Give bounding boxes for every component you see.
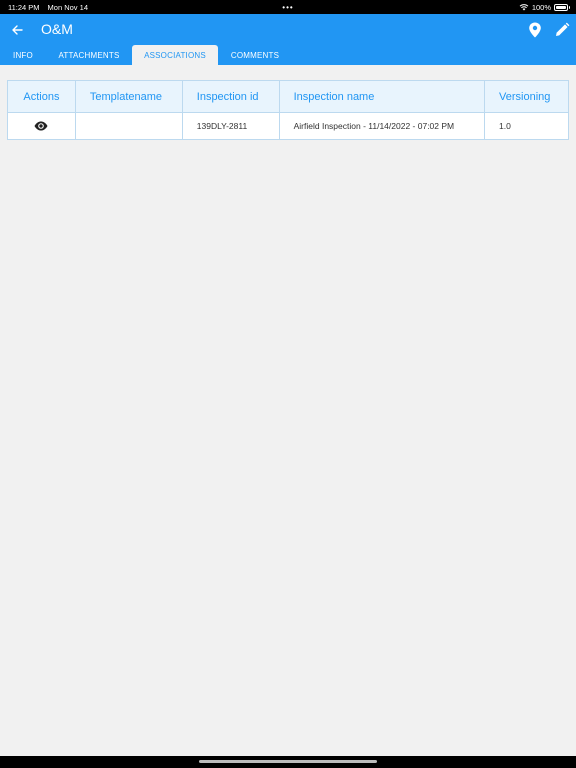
wifi-icon [519, 4, 529, 11]
battery-icon [554, 3, 570, 11]
tab-associations[interactable]: ASSOCIATIONS [132, 45, 218, 65]
tab-comments[interactable]: COMMENTS [218, 45, 292, 65]
status-bar: 11:24 PM Mon Nov 14 ••• 100% [0, 0, 576, 14]
column-header-inspection-name[interactable]: Inspection name [278, 80, 486, 113]
associations-table: Actions Templatename Inspection id Inspe… [7, 80, 569, 140]
column-header-templatename[interactable]: Templatename [74, 80, 183, 113]
actions-cell [7, 112, 76, 140]
versioning-cell: 1.0 [484, 112, 569, 140]
back-arrow-icon[interactable] [9, 20, 25, 40]
eye-icon[interactable] [34, 121, 48, 131]
map-pin-icon[interactable] [528, 22, 542, 38]
templatename-cell [74, 112, 183, 140]
inspection-id-cell: 139DLY-2811 [181, 112, 280, 140]
status-date: Mon Nov 14 [47, 2, 88, 12]
tab-info[interactable]: INFO [0, 45, 46, 65]
table-row[interactable]: 139DLY-2811 Airfield Inspection - 11/14/… [7, 112, 569, 140]
tab-attachments[interactable]: ATTACHMENTS [46, 45, 132, 65]
pencil-icon[interactable] [554, 22, 570, 38]
home-indicator-bar [0, 756, 576, 768]
multitasking-dots[interactable]: ••• [282, 3, 293, 12]
tab-bar: INFO ATTACHMENTS ASSOCIATIONS COMMENTS [0, 45, 292, 65]
column-header-inspection-id[interactable]: Inspection id [181, 80, 280, 113]
status-time: 11:24 PM [8, 2, 40, 12]
battery-percent: 100% [531, 2, 551, 12]
column-header-actions: Actions [7, 80, 76, 113]
app-bar: O&M INFO ATTACHMENTS ASSOCIATIONS COMMEN… [0, 14, 576, 65]
page-title: O&M [41, 21, 73, 37]
inspection-name-cell: Airfield Inspection - 11/14/2022 - 07:02… [278, 112, 486, 140]
table-header-row: Actions Templatename Inspection id Inspe… [7, 80, 569, 113]
column-header-versioning[interactable]: Versioning [484, 80, 569, 113]
home-indicator[interactable] [199, 760, 377, 763]
